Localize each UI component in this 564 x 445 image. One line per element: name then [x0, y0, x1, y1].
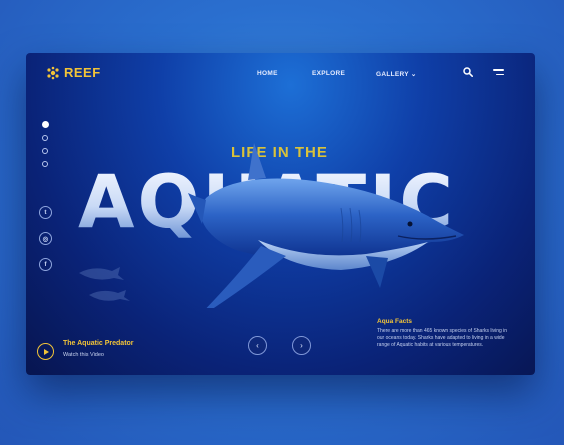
nav-home[interactable]: HOME	[257, 70, 278, 77]
slide-dot-2[interactable]	[42, 135, 48, 141]
search-icon[interactable]	[463, 67, 473, 77]
nav-gallery-label: GALLERY	[376, 71, 409, 78]
shark-image	[188, 143, 464, 308]
chevron-down-icon: ⌄	[408, 71, 417, 78]
slide-indicator	[42, 121, 49, 174]
play-icon	[44, 348, 49, 355]
logo[interactable]: REEF	[46, 65, 101, 80]
brand-name: REEF	[64, 65, 101, 80]
play-video-button[interactable]	[37, 343, 54, 360]
facts-body: There are more than 465 known species of…	[377, 328, 508, 348]
hero-card: REEF HOME EXPLORE GALLERY ⌄ t ◎ f LIFE I…	[26, 53, 535, 375]
chevron-right-icon: ›	[300, 341, 303, 350]
video-subtitle[interactable]: Watch this Video	[63, 352, 104, 358]
facts-title: Aqua Facts	[377, 318, 413, 325]
twitter-icon[interactable]: t	[39, 206, 52, 219]
slide-dot-1[interactable]	[42, 121, 49, 128]
slide-dot-4[interactable]	[42, 161, 48, 167]
facebook-icon[interactable]: f	[39, 258, 52, 271]
video-title[interactable]: The Aquatic Predator	[63, 340, 134, 347]
instagram-icon[interactable]: ◎	[39, 232, 52, 245]
fish-school-image	[79, 267, 130, 301]
chevron-left-icon: ‹	[256, 341, 259, 350]
nav-explore[interactable]: EXPLORE	[312, 70, 345, 77]
prev-arrow-button[interactable]: ‹	[248, 336, 267, 355]
coral-logo-icon	[47, 66, 59, 79]
slide-dot-3[interactable]	[42, 148, 48, 154]
hamburger-menu-icon[interactable]	[493, 69, 504, 77]
next-arrow-button[interactable]: ›	[292, 336, 311, 355]
nav-gallery[interactable]: GALLERY ⌄	[376, 70, 417, 78]
